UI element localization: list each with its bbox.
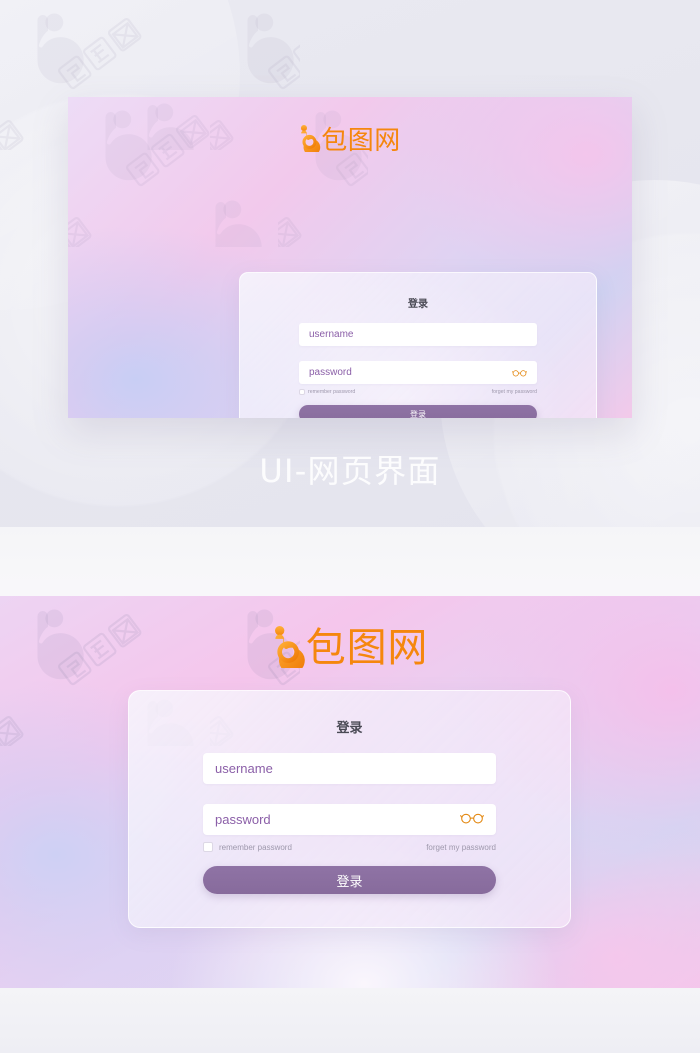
login-card: 登录 username password remember password f… <box>239 272 597 418</box>
forgot-password-link[interactable]: forget my password <box>426 843 496 852</box>
username-input[interactable]: username <box>299 323 537 346</box>
brand-logo: 包图网 <box>68 120 632 160</box>
remember-password-label: remember password <box>308 389 356 395</box>
page-bottom-strip <box>0 988 700 1053</box>
login-page-mockup: 包图网 登录 username password remember passwo… <box>68 97 632 418</box>
login-card-large: 登录 username password remember password f… <box>128 690 571 928</box>
baotu-b-logo-icon <box>272 624 306 673</box>
password-placeholder: password <box>215 812 271 827</box>
login-title: 登录 <box>336 721 363 736</box>
page-caption: UI-网页界面 <box>259 452 441 490</box>
username-placeholder: username <box>215 761 273 776</box>
top-preview-section: 包图网 登录 username password remember passwo… <box>0 0 700 527</box>
login-options-row: remember password forget my password <box>203 842 496 852</box>
section-divider <box>0 527 700 596</box>
login-title: 登录 <box>408 299 428 310</box>
login-options-row: remember password forget my password <box>299 389 537 395</box>
password-input[interactable]: password <box>203 804 496 835</box>
brand-name: 包图网 <box>321 125 401 155</box>
remember-password-label: remember password <box>219 842 292 852</box>
brand-logo-large: 包图网 <box>0 616 700 680</box>
remember-password-option[interactable]: remember password <box>299 389 355 395</box>
glasses-icon[interactable] <box>460 811 484 829</box>
remember-password-checkbox[interactable] <box>299 389 305 395</box>
glasses-icon[interactable] <box>511 364 528 382</box>
forgot-password-link[interactable]: forget my password <box>492 389 537 395</box>
username-placeholder: username <box>309 329 354 340</box>
baotu-b-logo-icon <box>299 124 321 157</box>
login-submit-button[interactable]: 登录 <box>299 405 537 418</box>
remember-password-option[interactable]: remember password <box>203 842 292 852</box>
login-submit-button[interactable]: 登录 <box>203 866 496 894</box>
brand-name: 包图网 <box>305 626 429 670</box>
remember-password-checkbox[interactable] <box>203 842 213 852</box>
username-input[interactable]: username <box>203 753 496 784</box>
password-placeholder: password <box>309 367 352 378</box>
password-input[interactable]: password <box>299 361 537 384</box>
